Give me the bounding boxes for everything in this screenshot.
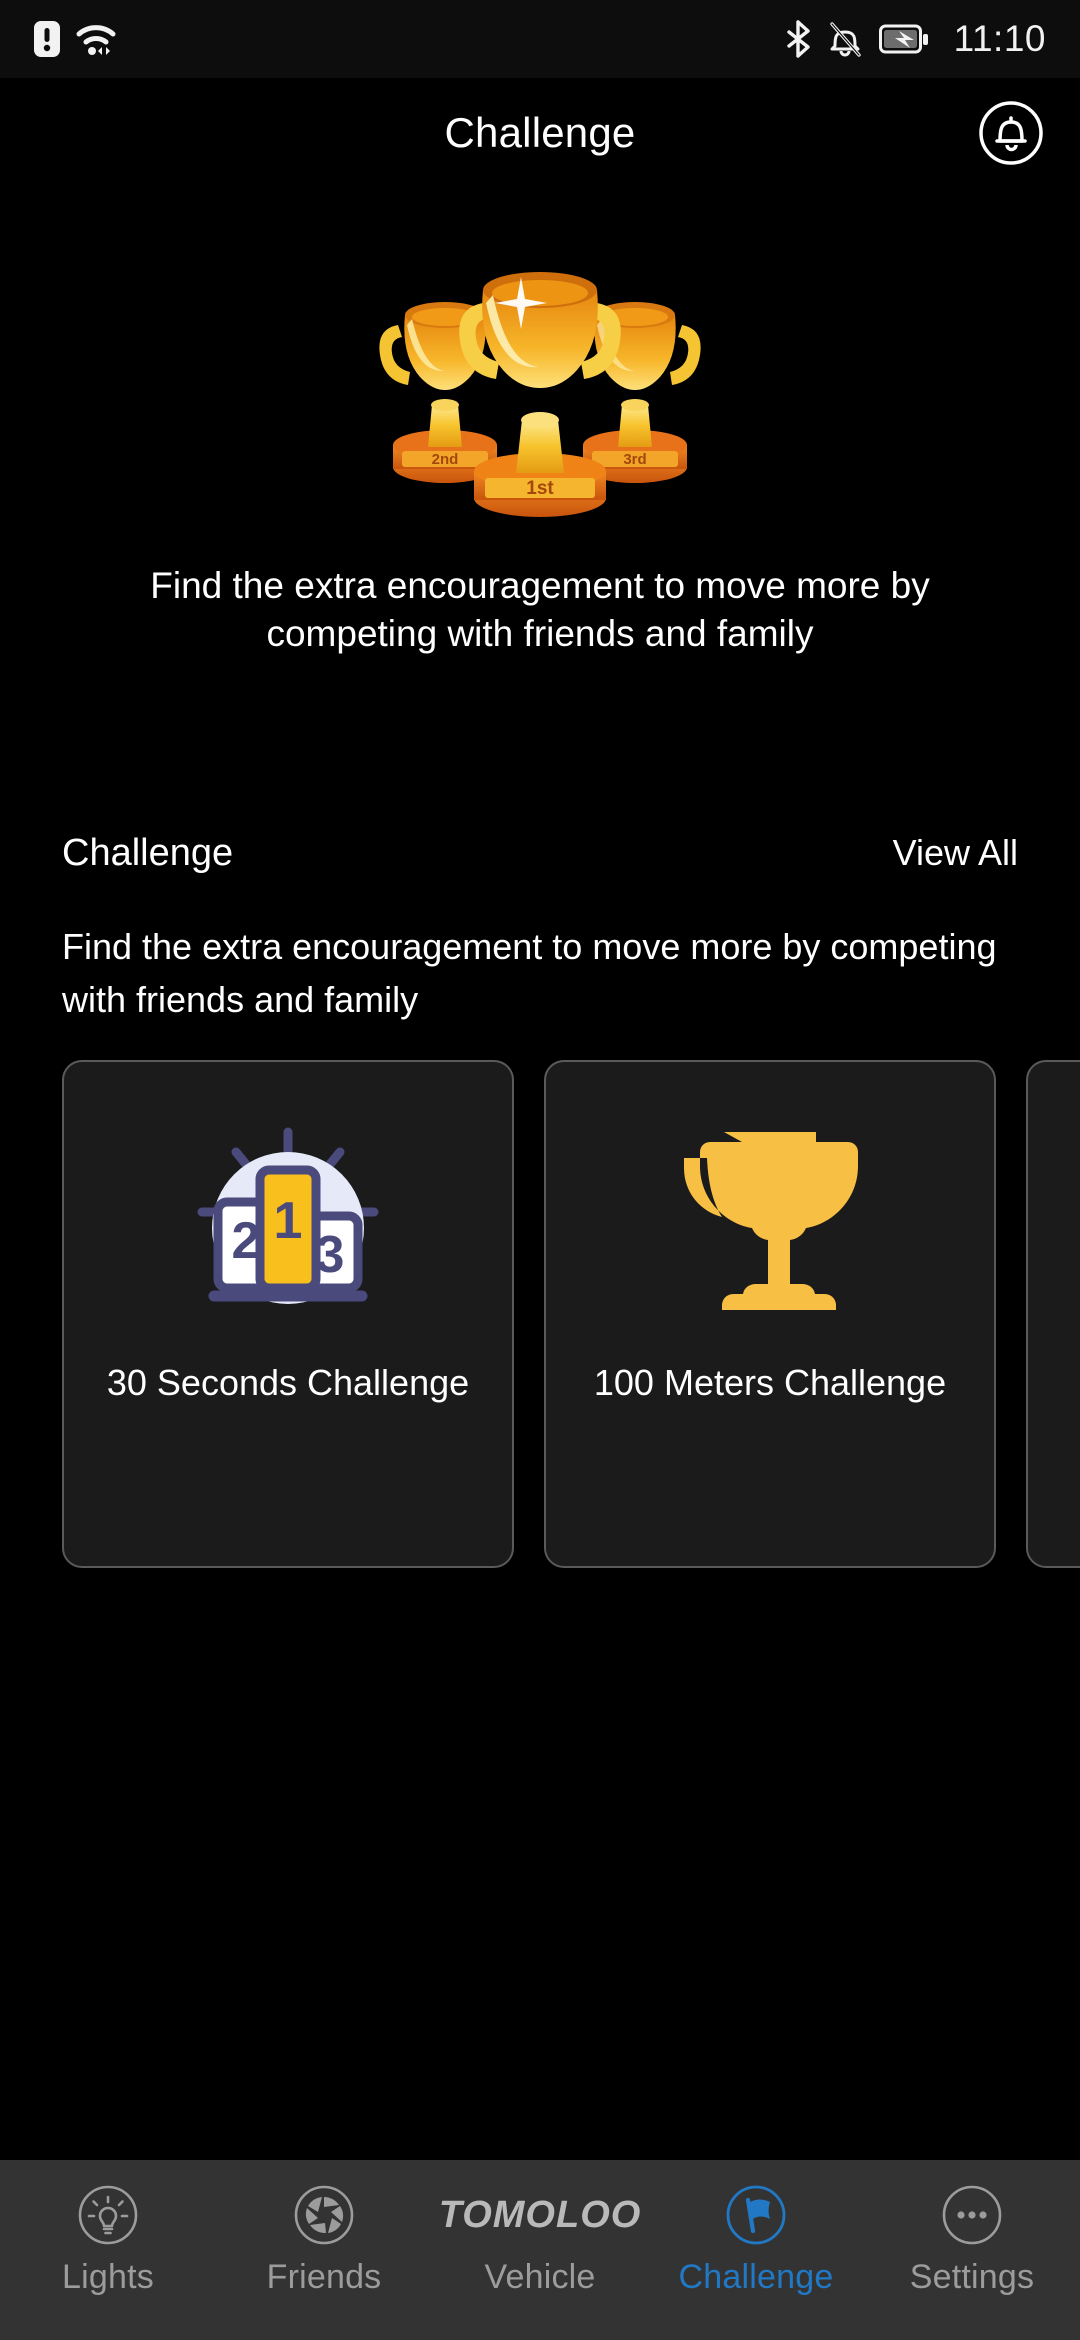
nav-label: Lights <box>62 2258 154 2296</box>
nav-item-challenge[interactable]: Challenge <box>648 2160 864 2340</box>
status-bar-left <box>34 21 116 57</box>
podium-ranking-icon: 2 1 3 <box>173 1114 403 1334</box>
page-title: Challenge <box>444 109 636 156</box>
svg-text:3: 3 <box>316 1226 345 1284</box>
svg-text:1: 1 <box>274 1192 303 1250</box>
lightbulb-icon <box>75 2182 141 2248</box>
nav-item-lights[interactable]: Lights <box>0 2160 216 2340</box>
trophy-icon <box>655 1114 885 1334</box>
app-header: Challenge <box>0 78 1080 188</box>
flag-icon <box>723 2182 789 2248</box>
challenge-card-list[interactable]: 2 1 3 30 Seconds Challenge 100 Meters Ch… <box>62 1060 1080 1568</box>
nav-item-settings[interactable]: Settings <box>864 2160 1080 2340</box>
nav-item-vehicle[interactable]: TOMOLOO Vehicle <box>432 2160 648 2340</box>
nav-label: Settings <box>909 2258 1035 2296</box>
nav-item-friends[interactable]: Friends <box>216 2160 432 2340</box>
hero-section: 2nd 3rd 1st Find the extra encouragement… <box>0 255 1080 658</box>
bluetooth-icon <box>785 20 811 58</box>
status-bar-right: 11:10 <box>785 18 1046 60</box>
nav-label: Vehicle <box>484 2258 596 2296</box>
section-title: Challenge <box>62 832 234 874</box>
tomoloo-logo: TOMOLOO <box>439 2182 641 2248</box>
svg-text:2nd: 2nd <box>432 451 459 468</box>
notification-bell-icon[interactable] <box>974 96 1048 170</box>
section-description: Find the extra encouragement to move mor… <box>62 926 997 1020</box>
status-bar: 11:10 <box>0 0 1080 78</box>
svg-text:3rd: 3rd <box>623 451 646 468</box>
svg-text:2: 2 <box>232 1212 261 1270</box>
challenge-card-next[interactable] <box>1026 1060 1080 1568</box>
nav-label: Challenge <box>678 2258 834 2296</box>
three-trophies-illustration: 2nd 3rd 1st <box>350 255 730 520</box>
challenge-card-100-meters[interactable]: 100 Meters Challenge <box>544 1060 996 1568</box>
svg-text:1st: 1st <box>526 478 554 499</box>
notifications-muted-icon <box>828 20 862 58</box>
nav-label: Friends <box>266 2258 382 2296</box>
sim-alert-icon <box>34 21 60 57</box>
wifi-icon <box>76 22 116 56</box>
aperture-icon <box>291 2182 357 2248</box>
hero-description: Find the extra encouragement to move mor… <box>150 565 930 654</box>
card-label: 30 Seconds Challenge <box>106 1362 470 1403</box>
bottom-navigation[interactable]: Lights Friends TOMOLOO Vehicle Challenge… <box>0 2160 1080 2340</box>
card-label: 100 Meters Challenge <box>593 1362 947 1403</box>
challenge-card-30-seconds[interactable]: 2 1 3 30 Seconds Challenge <box>62 1060 514 1568</box>
status-bar-clock: 11:10 <box>953 18 1046 59</box>
view-all-link[interactable]: View All <box>893 832 1018 874</box>
tomoloo-logo-text: TOMOLOO <box>438 2194 642 2236</box>
more-dots-icon <box>939 2182 1005 2248</box>
challenge-section-header: Challenge View All <box>62 832 1018 875</box>
battery-charging-icon <box>878 24 929 54</box>
